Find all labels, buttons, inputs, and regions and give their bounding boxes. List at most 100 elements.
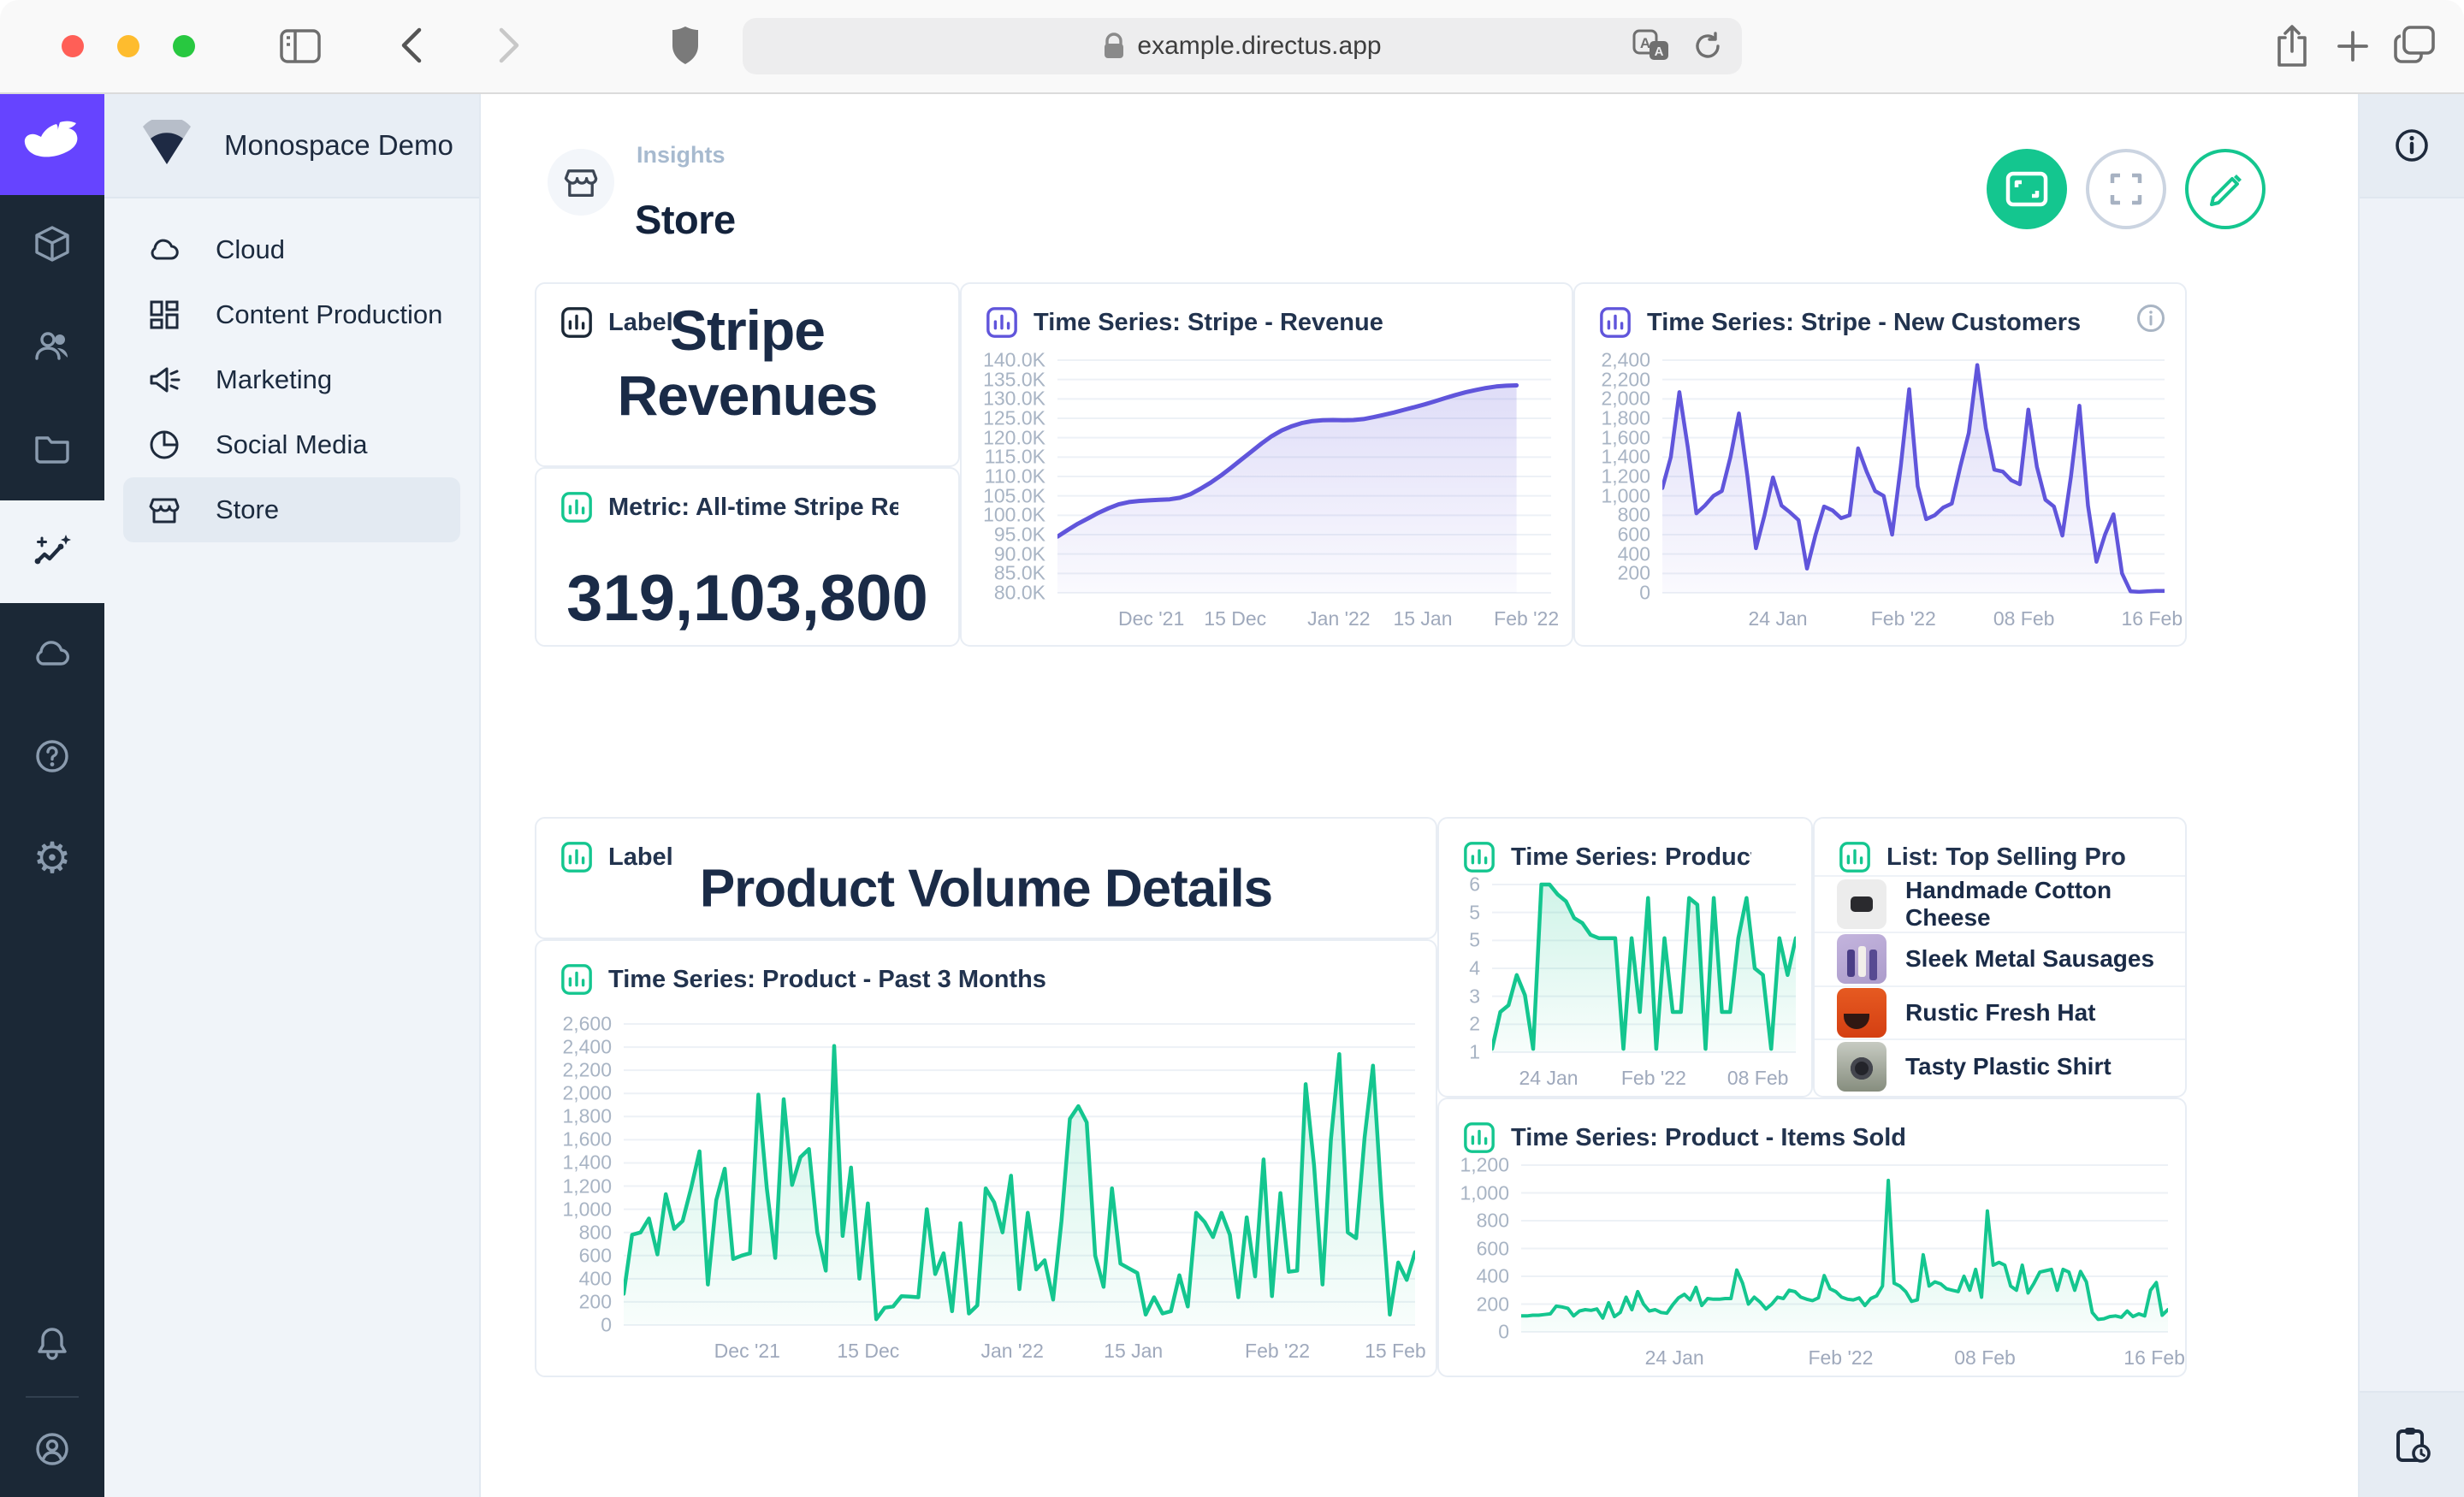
page-title: Store xyxy=(635,196,736,243)
panel-chart-icon xyxy=(560,963,593,996)
metric-value: 319,103,800 xyxy=(536,561,958,636)
label-text: Stripe Revenues xyxy=(554,298,941,428)
product-thumbnail xyxy=(1837,1042,1886,1092)
back-button-icon[interactable] xyxy=(399,26,424,65)
info-icon[interactable] xyxy=(2135,303,2166,334)
sidebar-item-store[interactable]: Store xyxy=(123,477,460,542)
list-item[interactable]: Handmade Cotton Cheese xyxy=(1815,875,2185,932)
sidebar-item-label: Content Production xyxy=(216,299,442,330)
panel-chart-icon xyxy=(986,306,1018,339)
privacy-shield-icon[interactable] xyxy=(669,24,702,67)
notifications-bell-icon[interactable] xyxy=(0,1293,104,1395)
minimize-window-button[interactable] xyxy=(117,35,139,57)
module-bar: ⚙ xyxy=(0,94,104,1497)
project-name: Monospace Demo xyxy=(224,129,453,162)
pencil-icon xyxy=(2206,170,2244,208)
sidebar-item-content-production[interactable]: Content Production xyxy=(123,282,460,347)
sidebar-item-social-media[interactable]: Social Media xyxy=(123,412,460,477)
product-items-sold-chart: 1,2001,0008006004002000 24 JanFeb '2208 … xyxy=(1451,1161,2168,1369)
storefront-icon xyxy=(147,493,181,527)
panel-label-product[interactable]: Label Product Volume Details xyxy=(535,817,1437,939)
list-item[interactable]: Tasty Plastic Shirt xyxy=(1815,1038,2185,1092)
sidebar-item-cloud[interactable]: Cloud xyxy=(123,217,460,282)
list-item[interactable]: Rustic Fresh Hat xyxy=(1815,985,2185,1039)
browser-window: example.directus.app AA xyxy=(0,0,2464,1497)
reload-icon[interactable] xyxy=(1692,18,1723,74)
sidebar-item-label: Social Media xyxy=(216,429,367,460)
panel-label-stripe[interactable]: Label Stripe Revenues xyxy=(535,282,960,467)
megaphone-icon xyxy=(147,363,181,397)
dashboard-grid-icon xyxy=(147,298,181,332)
product-name: Tasty Plastic Shirt xyxy=(1905,1053,2112,1080)
product-past-3-months-chart: 2,6002,4002,2002,0001,8001,6001,4001,200… xyxy=(550,1020,1415,1367)
product-name: Rustic Fresh Hat xyxy=(1905,999,2096,1027)
edit-dashboard-button[interactable] xyxy=(2185,149,2266,229)
directus-rabbit-icon xyxy=(22,121,82,169)
fit-screen-icon xyxy=(2005,170,2049,208)
dashboard-nav: Cloud Content Production Marketing Socia… xyxy=(104,198,479,542)
panel-title: Time Series: Product - Items Sold xyxy=(1511,1124,1906,1152)
fullscreen-icon xyxy=(2107,170,2145,208)
address-bar[interactable]: example.directus.app AA xyxy=(743,18,1742,74)
project-logo-icon xyxy=(139,120,195,171)
clipboard-clock-icon xyxy=(2391,1424,2432,1465)
module-help-icon[interactable] xyxy=(0,705,104,808)
share-icon[interactable] xyxy=(2272,22,2312,70)
panel-title: Time Series: Product - Past 3 Months xyxy=(608,966,1046,994)
panel-stripe-new-customers[interactable]: Time Series: Stripe - New Customers 2,40… xyxy=(1573,282,2187,647)
product-restocks-chart: 6554321 24 JanFeb '2208 Feb xyxy=(1451,880,1796,1089)
panel-product-items-sold[interactable]: Time Series: Product - Items Sold 1,2001… xyxy=(1437,1098,2187,1377)
panel-title: Time Series: Stripe - New Customers xyxy=(1647,309,2081,337)
fullscreen-button[interactable] xyxy=(2086,149,2166,229)
right-sidebar xyxy=(2358,94,2464,1497)
panel-product-restocks[interactable]: Time Series: Product - Restocks 6554321 … xyxy=(1437,817,1813,1098)
panel-metric-revenues[interactable]: Metric: All-time Stripe Revenues 319,103… xyxy=(535,467,960,647)
panel-chart-icon xyxy=(560,491,593,524)
module-insights-icon[interactable] xyxy=(0,500,104,603)
activity-log-button[interactable] xyxy=(2360,1391,2464,1497)
module-settings-icon[interactable]: ⚙ xyxy=(0,807,104,909)
directus-logo[interactable] xyxy=(0,94,104,195)
window-controls xyxy=(62,35,195,57)
sidebar-item-marketing[interactable]: Marketing xyxy=(123,347,460,412)
dashboard-icon-badge xyxy=(548,149,614,216)
info-sidebar-button[interactable] xyxy=(2360,94,2464,198)
panel-title: Metric: All-time Stripe Revenues xyxy=(608,494,898,522)
module-users-icon[interactable] xyxy=(0,294,104,397)
user-avatar[interactable] xyxy=(0,1398,104,1497)
stripe-revenue-chart: 140.0K135.0K130.0K125.0K120.0K115.0K110.… xyxy=(975,356,1551,635)
translate-icon[interactable]: AA xyxy=(1632,18,1670,74)
close-window-button[interactable] xyxy=(62,35,84,57)
panel-chart-icon xyxy=(1839,841,1871,873)
svg-text:A: A xyxy=(1655,44,1664,59)
browser-toolbar: example.directus.app AA xyxy=(0,0,2464,94)
product-thumbnail xyxy=(1837,934,1886,984)
module-files-icon[interactable] xyxy=(0,397,104,500)
fit-dashboard-button[interactable] xyxy=(1987,149,2067,229)
panel-product-past-3-months[interactable]: Time Series: Product - Past 3 Months 2,6… xyxy=(535,939,1437,1377)
svg-text:A: A xyxy=(1640,35,1650,51)
product-thumbnail xyxy=(1837,879,1886,929)
sidebar-toggle-icon[interactable] xyxy=(279,27,322,65)
project-switcher[interactable]: Monospace Demo xyxy=(104,94,479,198)
label-text: Product Volume Details xyxy=(554,858,1419,919)
zoom-window-button[interactable] xyxy=(173,35,195,57)
sidebar-item-label: Store xyxy=(216,494,279,525)
module-cloud-icon[interactable] xyxy=(0,602,104,705)
info-icon xyxy=(2394,127,2430,163)
list-item[interactable]: Sleek Metal Sausages xyxy=(1815,932,2185,985)
forward-button-icon[interactable] xyxy=(496,26,522,65)
sidebar-item-label: Cloud xyxy=(216,234,285,265)
breadcrumb[interactable]: Insights xyxy=(637,142,726,169)
tab-overview-icon[interactable] xyxy=(2392,24,2437,67)
module-content-icon[interactable] xyxy=(0,192,104,295)
product-name: Handmade Cotton Cheese xyxy=(1905,877,2163,932)
panel-chart-icon xyxy=(1463,1121,1496,1154)
dashboard-workspace: Insights Store Label Stripe Revenues xyxy=(481,94,2358,1497)
panel-title: List: Top Selling Products xyxy=(1886,843,2125,872)
new-tab-icon[interactable] xyxy=(2334,27,2372,65)
panel-chart-icon xyxy=(1599,306,1632,339)
panel-stripe-revenue[interactable]: Time Series: Stripe - Revenue 140.0K135.… xyxy=(960,282,1573,647)
lock-icon xyxy=(1103,33,1125,60)
panel-top-selling-products[interactable]: List: Top Selling Products Handmade Cott… xyxy=(1813,817,2187,1098)
